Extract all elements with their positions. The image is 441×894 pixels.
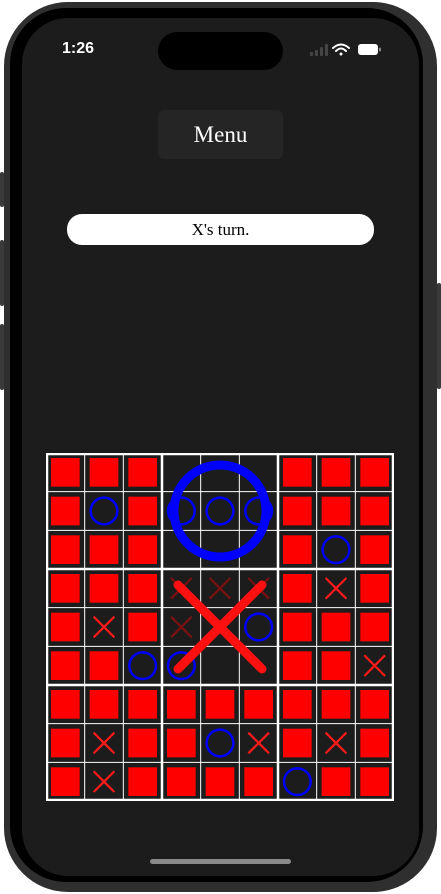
- board-cell-square[interactable]: [283, 728, 312, 758]
- board-cell-square[interactable]: [51, 496, 80, 526]
- status-time: 1:26: [62, 40, 95, 57]
- board-cell-square[interactable]: [321, 767, 351, 796]
- board-cell-square[interactable]: [51, 728, 80, 758]
- board-cell-square[interactable]: [283, 690, 312, 719]
- board-cell-square[interactable]: [128, 612, 157, 642]
- board-cell-square[interactable]: [89, 690, 119, 719]
- board-cell-square[interactable]: [360, 458, 389, 487]
- board-cell-square[interactable]: [51, 535, 80, 564]
- board-cell-square[interactable]: [360, 496, 389, 526]
- board-cell-square[interactable]: [244, 767, 273, 796]
- board-cell-square[interactable]: [128, 458, 157, 487]
- board-cell-square[interactable]: [128, 574, 157, 603]
- board-cell-square[interactable]: [167, 767, 196, 796]
- board-cell-square[interactable]: [283, 535, 312, 564]
- volume-up-button: [0, 240, 4, 306]
- board-cell-square[interactable]: [360, 612, 389, 642]
- volume-down-button: [0, 324, 4, 390]
- board-cell-square[interactable]: [283, 574, 312, 603]
- menu-button[interactable]: Menu: [158, 110, 283, 159]
- battery-icon: [358, 44, 381, 55]
- board-cell-square[interactable]: [244, 690, 273, 719]
- board-cell-square[interactable]: [321, 496, 351, 526]
- board-cell-square[interactable]: [205, 767, 235, 796]
- board-cell-square[interactable]: [360, 728, 389, 758]
- action-button: [0, 172, 4, 207]
- board-cell-square[interactable]: [321, 651, 351, 680]
- board-cell-square[interactable]: [321, 690, 351, 719]
- board-cell-square[interactable]: [89, 651, 119, 680]
- board-cell-square[interactable]: [128, 728, 157, 758]
- board-cell-square[interactable]: [51, 574, 80, 603]
- board-cell-square[interactable]: [128, 535, 157, 564]
- board-cell-square[interactable]: [128, 690, 157, 719]
- board-cell-square[interactable]: [360, 574, 389, 603]
- home-indicator: [150, 859, 291, 864]
- game-board[interactable]: [46, 453, 394, 801]
- board-cell-empty[interactable]: [201, 646, 240, 685]
- board-cell-square[interactable]: [51, 612, 80, 642]
- status-icons: [310, 43, 381, 56]
- board-cell-empty[interactable]: [201, 530, 240, 569]
- board-cell-square[interactable]: [51, 651, 80, 680]
- turn-indicator: X's turn.: [67, 214, 374, 245]
- board-cell-square[interactable]: [321, 612, 351, 642]
- board-cell-square[interactable]: [283, 651, 312, 680]
- board-cell-square[interactable]: [89, 574, 119, 603]
- board-cell-square[interactable]: [321, 458, 351, 487]
- dynamic-island: [158, 32, 283, 70]
- board-cell-square[interactable]: [360, 767, 389, 796]
- board-cell-square[interactable]: [128, 767, 157, 796]
- board-cell-square[interactable]: [283, 612, 312, 642]
- board-cell-square[interactable]: [51, 767, 80, 796]
- board-cell-square[interactable]: [283, 458, 312, 487]
- board-cell-square[interactable]: [360, 690, 389, 719]
- signal-icon: [310, 44, 328, 56]
- board-cell-square[interactable]: [167, 728, 196, 758]
- board-cell-square[interactable]: [51, 458, 80, 487]
- board-cell-empty[interactable]: [201, 453, 240, 492]
- board-cell-square[interactable]: [283, 496, 312, 526]
- power-button: [437, 283, 441, 389]
- board-cell-square[interactable]: [205, 690, 235, 719]
- board-cell-square[interactable]: [89, 458, 119, 487]
- board-cell-square[interactable]: [128, 496, 157, 526]
- wifi-icon: [332, 43, 350, 56]
- board-cell-square[interactable]: [167, 690, 196, 719]
- board-cell-square[interactable]: [89, 535, 119, 564]
- board-cell-square[interactable]: [360, 535, 389, 564]
- board-cell-square[interactable]: [51, 690, 80, 719]
